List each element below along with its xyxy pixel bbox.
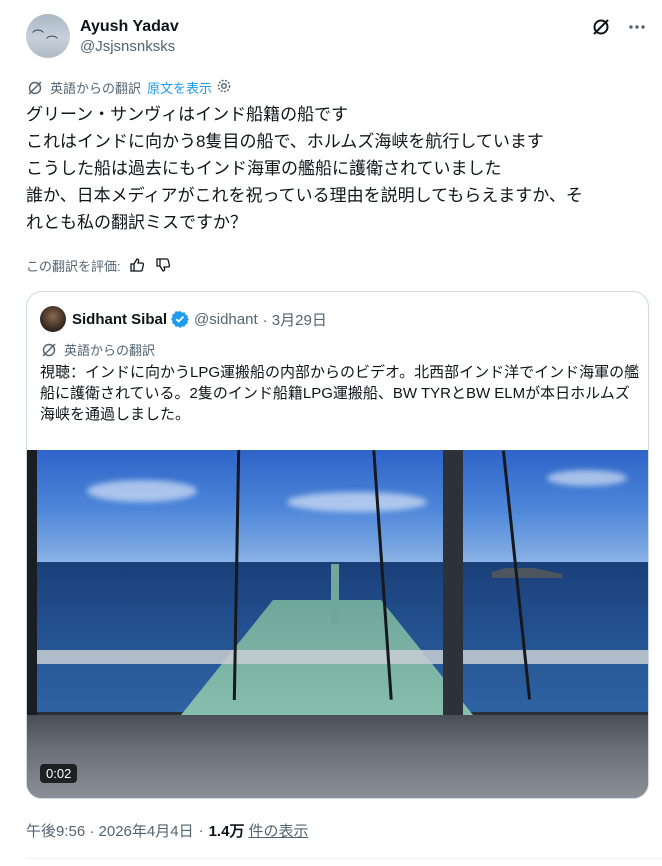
rate-translation: この翻訳を評価: [26,255,173,275]
verified-badge-icon [171,310,190,328]
video-duration: 0:02 [40,764,78,783]
translated-from-label: 英語からの翻訳 [50,81,142,96]
post-timestamp[interactable]: 午後9:56 · 2026年4月4日 [26,820,194,841]
translate-icon [26,79,44,97]
post-text: グリーン・サンヴィはインド船籍の船です これはインドに向かう8隻目の船で、ホルム… [26,101,636,236]
video-cloud [87,480,197,502]
quoted-translation-notice: 英語からの翻訳 [40,340,155,359]
thumbs-down-icon[interactable] [153,255,173,275]
show-original-link[interactable]: 原文を表示 [147,78,212,97]
video-player[interactable]: 0:02 [27,450,648,798]
thumbs-up-icon[interactable] [127,255,147,275]
translated-from-label: 英語からの翻訳 [64,343,156,358]
quoted-post-text: 視聴：インドに向かうLPG運搬船の内部からのビデオ。北西部インド洋でインド海軍の… [40,364,640,423]
quoted-author-handle[interactable]: @sidhant [194,311,258,328]
author-info: Ayush Yadav @Jsjsnsnksks [80,18,179,55]
gear-icon[interactable] [216,78,232,97]
post-text-line: れとも私の翻訳ミスですか？ [26,213,247,232]
meta-separator: · [198,822,204,839]
view-count-label[interactable]: 件の表示 [248,820,308,841]
bridge-rail [27,650,648,664]
window-sill [27,715,648,798]
quoted-author-name[interactable]: Sidhant Sibal [72,311,167,328]
post-header: ⌒ ⌒ Ayush Yadav @Jsjsnsnksks [26,12,662,60]
window-pillar [443,450,463,730]
post-meta: 午後9:56 · 2026年4月4日 · 1.4万 件の表示 [26,820,308,841]
quoted-post[interactable]: Sidhant Sibal @sidhant · 3月29日 英語からの翻訳 視… [26,291,649,799]
divider [26,858,662,859]
view-count[interactable]: 1.4万 [209,820,245,841]
more-icon[interactable] [626,16,648,38]
author-name[interactable]: Ayush Yadav [80,18,179,36]
rate-translation-label: この翻訳を評価: [26,258,121,274]
video-cloud [287,492,427,512]
post-text-line: こうした船は過去にもインド海軍の艦船に護衛されていました [26,159,502,178]
translate-icon [40,341,58,359]
avatar[interactable]: ⌒ ⌒ [26,14,70,58]
header-actions [590,16,648,38]
ship-mast [331,564,339,624]
quoted-post-date[interactable]: · 3月29日 [263,309,327,330]
video-cloud [547,470,627,486]
grok-icon[interactable] [590,16,612,38]
post-text-line: これはインドに向かう8隻目の船で、ホルムズ海峡を航行しています [26,132,544,151]
translation-notice: 英語からの翻訳 原文を表示 [26,78,232,97]
post-text-line: グリーン・サンヴィはインド船籍の船です [26,105,349,124]
avatar[interactable] [40,306,66,332]
quoted-post-header: Sidhant Sibal @sidhant · 3月29日 [40,306,327,332]
author-handle[interactable]: @Jsjsnsnksks [80,38,179,55]
post-text-line: 誰か、日本メディアがこれを祝っている理由を説明してもらえますか、そ [26,186,583,205]
